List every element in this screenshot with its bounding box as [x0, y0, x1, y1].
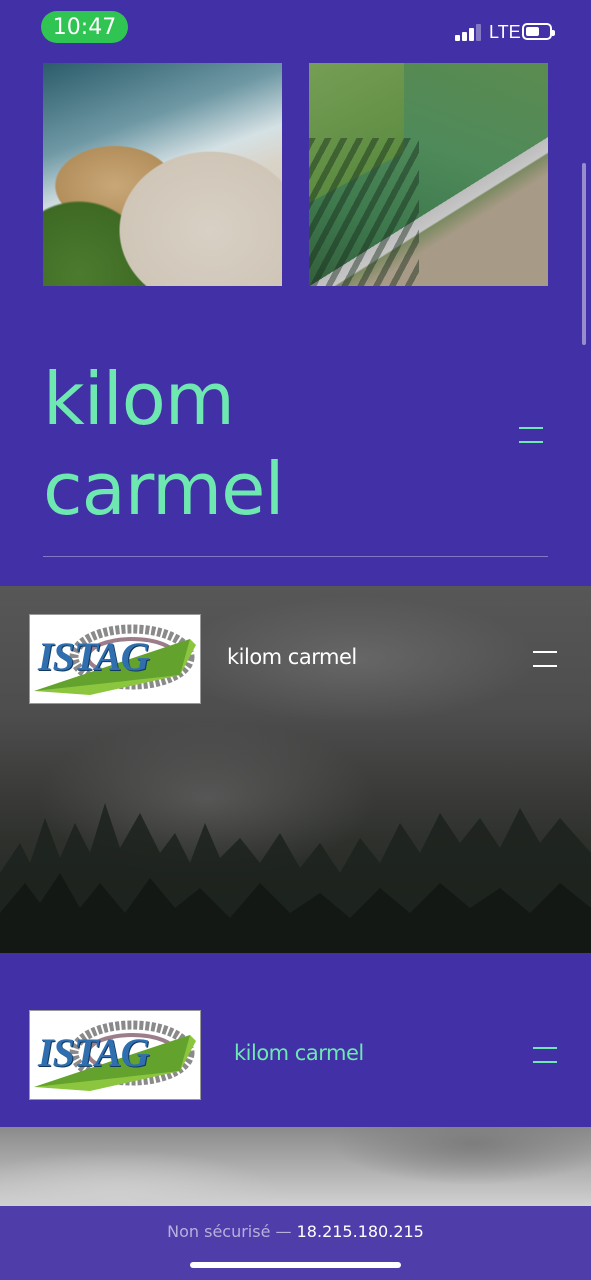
- hamburger-menu-icon[interactable]: [533, 651, 557, 667]
- istag-logo[interactable]: ISTAG: [29, 1010, 201, 1100]
- hero-title: kilom carmel: [43, 354, 284, 534]
- network-type: LTE: [489, 22, 521, 42]
- hero-title-line-2: carmel: [43, 447, 284, 531]
- logo-text: ISTAG: [38, 634, 150, 679]
- logo-text: ISTAG: [38, 1030, 150, 1075]
- browser-url-bar[interactable]: Non sécurisé — 18.215.180.215: [0, 1206, 591, 1280]
- forest-trees-image: [0, 803, 591, 953]
- site-name[interactable]: kilom carmel: [234, 1041, 364, 1065]
- hamburger-menu-icon[interactable]: [533, 1047, 557, 1063]
- time-pill[interactable]: 10:47: [41, 11, 128, 43]
- status-bar: 10:47 LTE: [0, 0, 591, 56]
- aerial-field-photo[interactable]: [309, 63, 548, 286]
- scrollbar[interactable]: [582, 163, 586, 345]
- battery-icon: [522, 23, 555, 40]
- hamburger-menu-icon[interactable]: [519, 427, 543, 443]
- site-name[interactable]: kilom carmel: [227, 645, 357, 669]
- url-host: 18.215.180.215: [296, 1222, 424, 1241]
- cellular-signal-icon: [455, 24, 483, 41]
- divider: [43, 556, 548, 557]
- home-indicator[interactable]: [190, 1262, 401, 1268]
- fog-image-section: [0, 1127, 591, 1207]
- url-display[interactable]: Non sécurisé — 18.215.180.215: [0, 1222, 591, 1241]
- istag-logo[interactable]: ISTAG: [29, 614, 201, 704]
- aerial-coast-photo[interactable]: [43, 63, 282, 286]
- clock-time: 10:47: [52, 14, 117, 40]
- url-separator: —: [275, 1222, 292, 1241]
- security-label: Non sécurisé: [167, 1222, 271, 1241]
- hero-title-line-1: kilom: [43, 357, 235, 441]
